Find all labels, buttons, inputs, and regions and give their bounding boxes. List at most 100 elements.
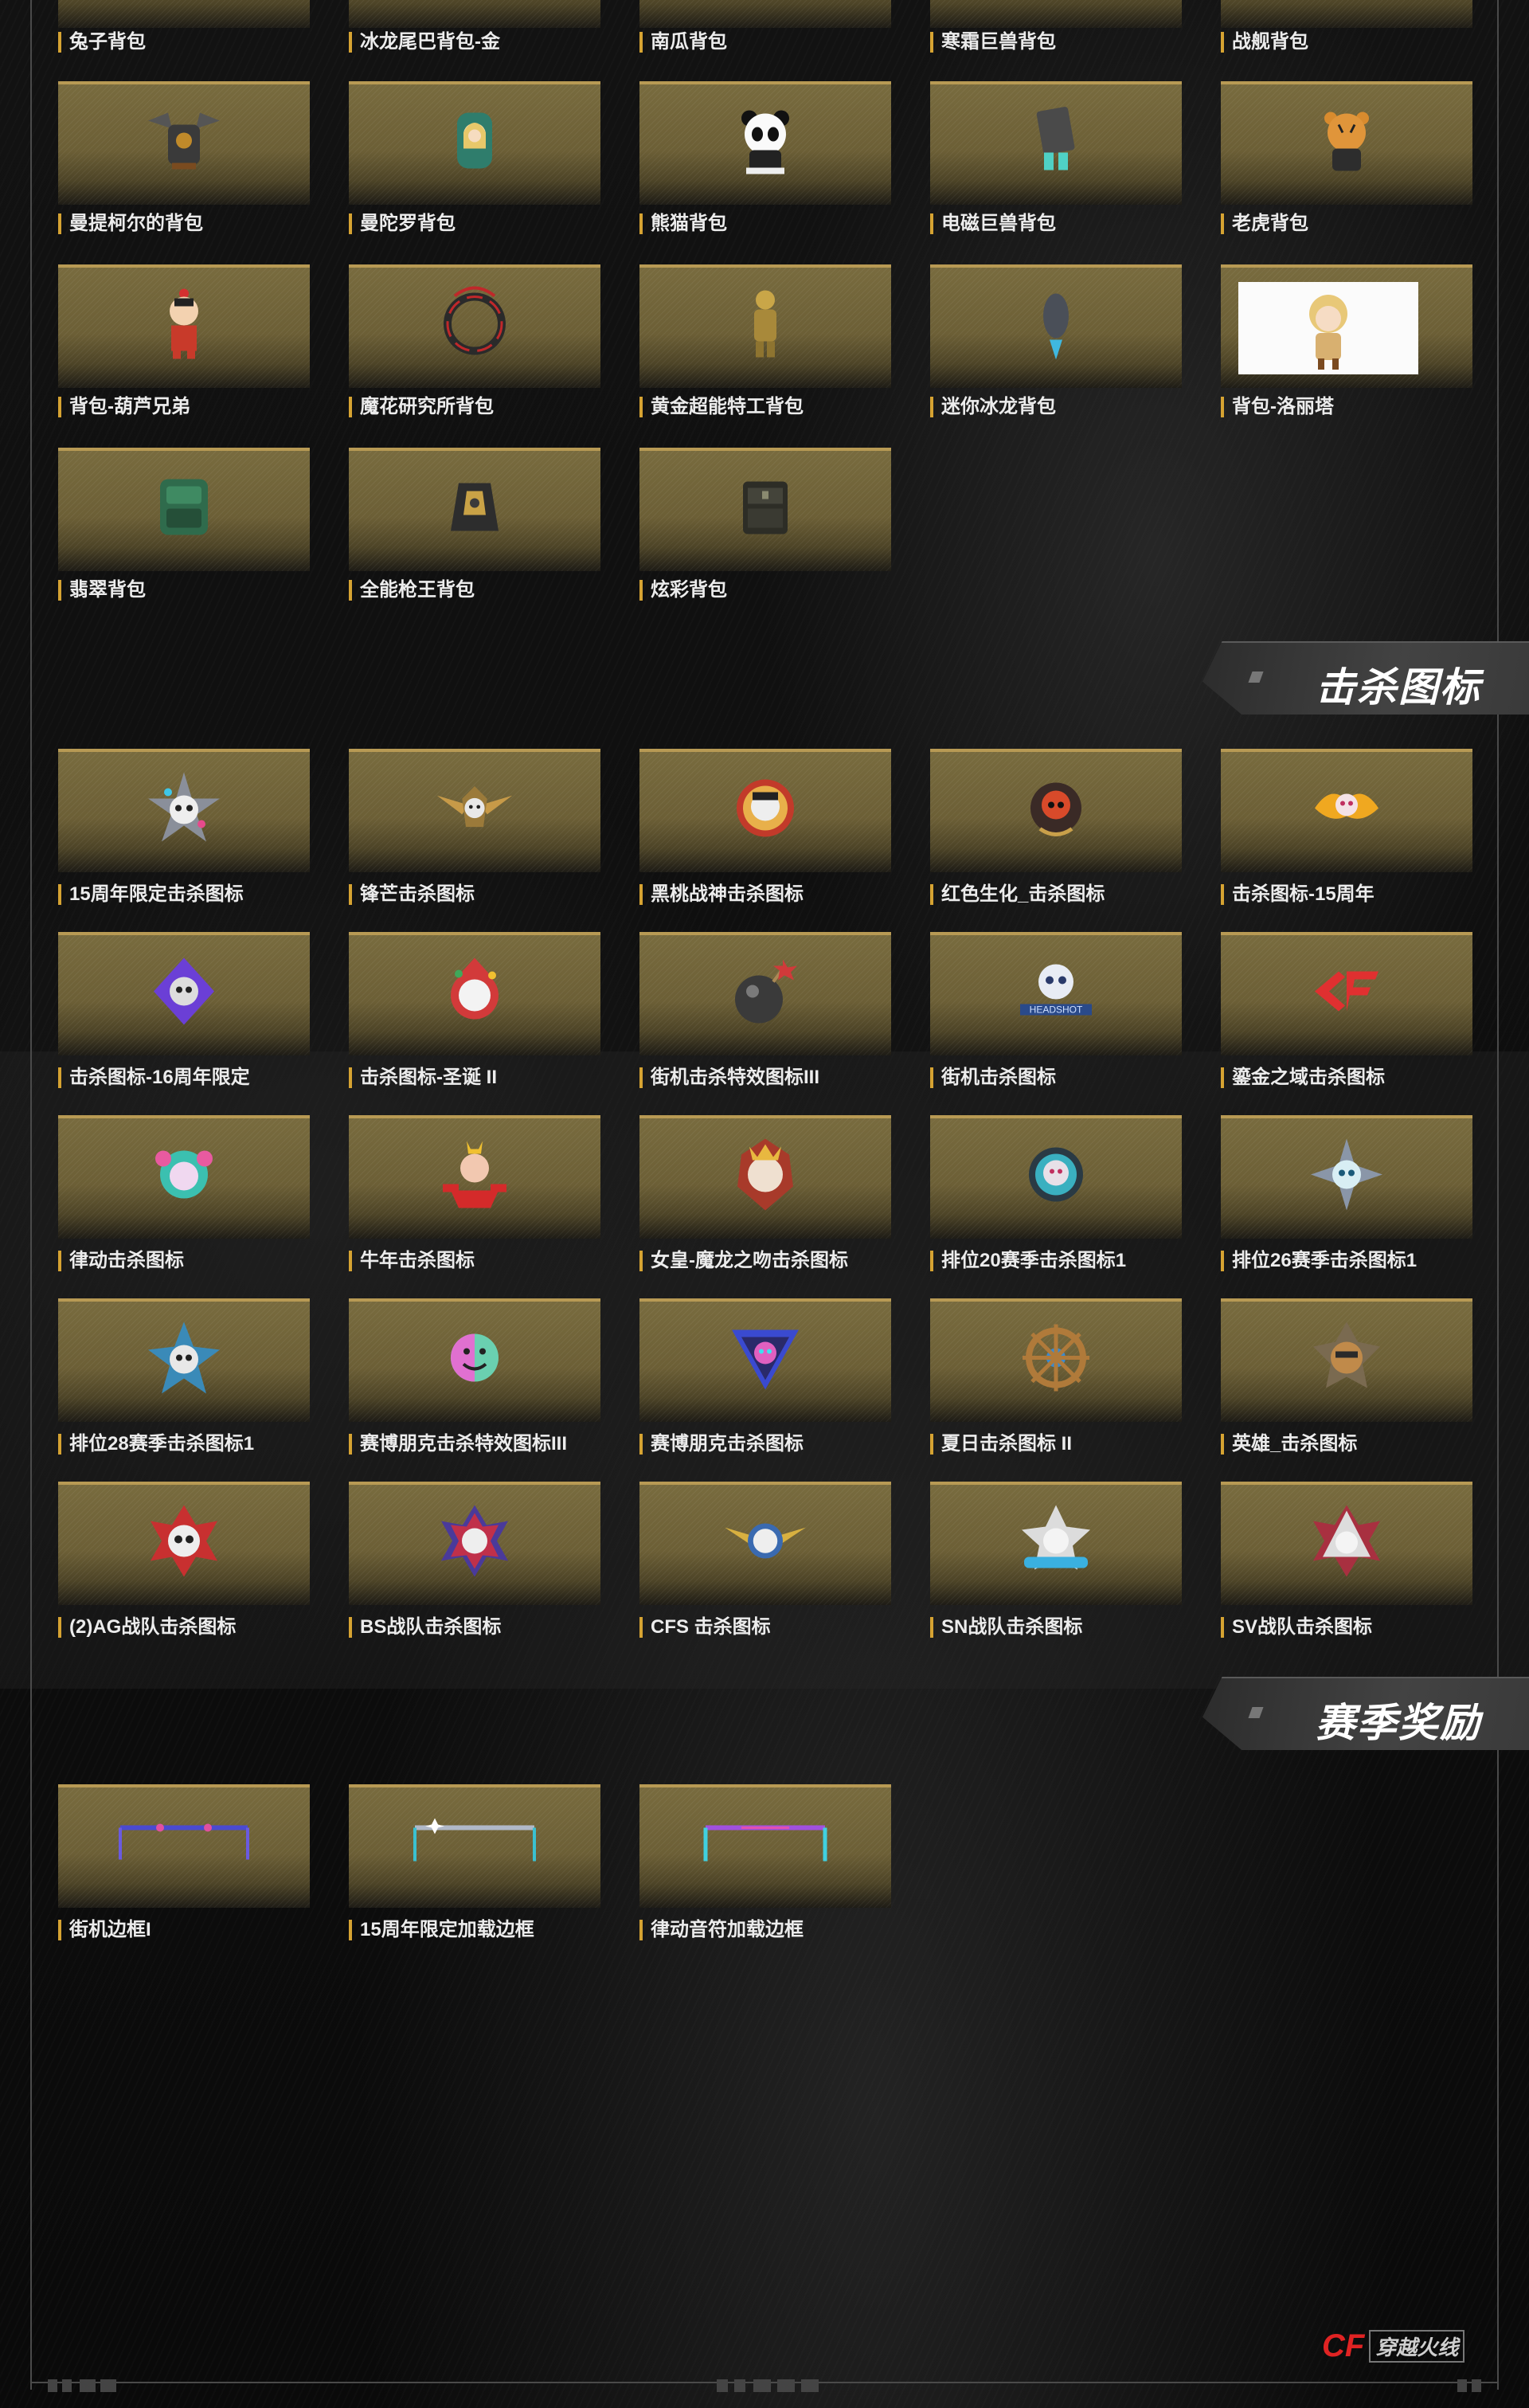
item-label: 排位20赛季击杀图标1 [930,1251,1126,1271]
frost-beast-backpack-icon [1012,0,1100,7]
empress-dragon-emblem-icon [721,1130,809,1218]
item-panel[interactable] [639,448,891,571]
item-panel[interactable] [930,264,1182,388]
item-label: 15周年限定击杀图标 [58,884,244,905]
red-biohazard-emblem-icon [1012,764,1100,852]
item-label: 街机击杀特效图标III [639,1067,819,1088]
item-panel[interactable] [58,1298,310,1422]
item-panel[interactable] [1221,1482,1472,1605]
item-panel[interactable] [349,81,600,205]
cyber-triangle-emblem-icon [721,1314,809,1401]
headshot-skull-emblem-icon: HEADSHOT [1012,947,1100,1035]
bs-team-skull-icon [431,1497,518,1584]
ranked-s26-emblem-icon [1303,1130,1390,1218]
season-rewards-banner: 赛季奖励 [1202,1677,1529,1750]
item-label: 英雄_击杀图标 [1221,1434,1357,1455]
left-frame-line [30,0,32,2390]
kill-icons-title: 击杀图标 [1316,665,1481,710]
item-label: 排位26赛季击杀图标1 [1221,1251,1417,1271]
item-panel[interactable] [639,264,891,388]
item-label: 背包-葫芦兄弟 [58,397,190,417]
item-label: 夏日击杀图标 II [930,1434,1072,1455]
item-label: SV战队击杀图标 [1221,1617,1372,1638]
item-panel[interactable] [1221,264,1472,388]
mini-ice-dragon-backpack-icon [1012,280,1100,367]
item-panel[interactable] [349,1482,600,1605]
item-label: 背包-洛丽塔 [1221,397,1334,417]
item-panel[interactable] [1221,1115,1472,1239]
item-panel[interactable] [639,1115,891,1239]
magic-flower-backpack-icon [431,280,518,367]
item-panel[interactable] [639,749,891,872]
item-panel[interactable] [58,81,310,205]
item-panel[interactable] [639,0,891,28]
item-label: 击杀图标-15周年 [1221,884,1375,905]
tiger-backpack-icon [1303,96,1390,184]
item-panel[interactable] [639,932,891,1055]
item-panel[interactable] [349,264,600,388]
item-label: 女皇-魔龙之吻击杀图标 [639,1251,848,1271]
item-panel[interactable] [639,81,891,205]
item-panel[interactable] [349,932,600,1055]
item-label: 老虎背包 [1221,213,1308,234]
item-panel[interactable] [930,0,1182,28]
footer-decoration-center [717,2378,828,2398]
item-label: 击杀图标-16周年限定 [58,1067,250,1088]
item-panel[interactable] [58,264,310,388]
arcade-frame-icon [112,1799,256,1887]
banner-decoration [1248,1707,1264,1718]
item-panel[interactable] [639,1298,891,1422]
ice-dragon-tail-backpack-icon [431,0,518,7]
item-panel[interactable] [58,932,310,1055]
item-panel[interactable] [58,749,310,872]
item-panel[interactable] [1221,0,1472,28]
right-frame-line [1497,0,1499,2390]
item-label: 律动音符加载边框 [639,1920,804,1940]
item-panel[interactable] [349,0,600,28]
item-panel[interactable] [349,1298,600,1422]
item-label: BS战队击杀图标 [349,1617,501,1638]
item-panel[interactable] [349,1115,600,1239]
item-panel[interactable] [930,81,1182,205]
item-panel[interactable] [349,1784,600,1908]
item-panel[interactable] [58,1784,310,1908]
item-panel[interactable] [639,1482,891,1605]
item-panel[interactable] [58,448,310,571]
item-label: 战舰背包 [1221,32,1308,53]
item-panel[interactable] [58,1482,310,1605]
item-label: 兔子背包 [58,32,146,53]
item-panel[interactable] [930,749,1182,872]
item-panel[interactable] [1221,1298,1472,1422]
item-label: 锋芒击杀图标 [349,884,475,905]
winged-skull-emblem-icon [431,764,518,852]
item-panel[interactable] [58,1115,310,1239]
ag-team-skull-icon [140,1497,228,1584]
manticore-backpack-icon [140,96,228,184]
cfs-winged-skull-icon [721,1497,809,1584]
item-panel[interactable] [349,749,600,872]
item-panel[interactable]: HEADSHOT [930,932,1182,1055]
rhythm-note-frame-icon [694,1799,837,1887]
item-label: 冰龙尾巴背包-金 [349,32,500,53]
item-panel[interactable] [1221,932,1472,1055]
item-panel[interactable] [349,448,600,571]
ox-year-emblem-icon [431,1130,518,1218]
warship-backpack-icon [1303,0,1390,7]
skull-star-emblem-icon [140,764,228,852]
banner-decoration [1248,671,1264,683]
item-panel[interactable] [930,1482,1182,1605]
phoenix-emblem-icon [1303,764,1390,852]
item-label: 电磁巨兽背包 [930,213,1056,234]
item-panel[interactable] [1221,749,1472,872]
calabash-brother-backpack-icon [140,280,228,367]
item-panel[interactable] [1221,81,1472,205]
em-beast-backpack-icon [1012,96,1100,184]
item-panel[interactable] [58,0,310,28]
item-panel[interactable] [639,1784,891,1908]
item-panel[interactable] [930,1115,1182,1239]
item-label: 南瓜背包 [639,32,727,53]
item-panel[interactable] [930,1298,1182,1422]
item-label: 曼提柯尔的背包 [58,213,203,234]
golden-agent-backpack-icon [721,280,809,367]
item-label: 律动击杀图标 [58,1251,184,1271]
